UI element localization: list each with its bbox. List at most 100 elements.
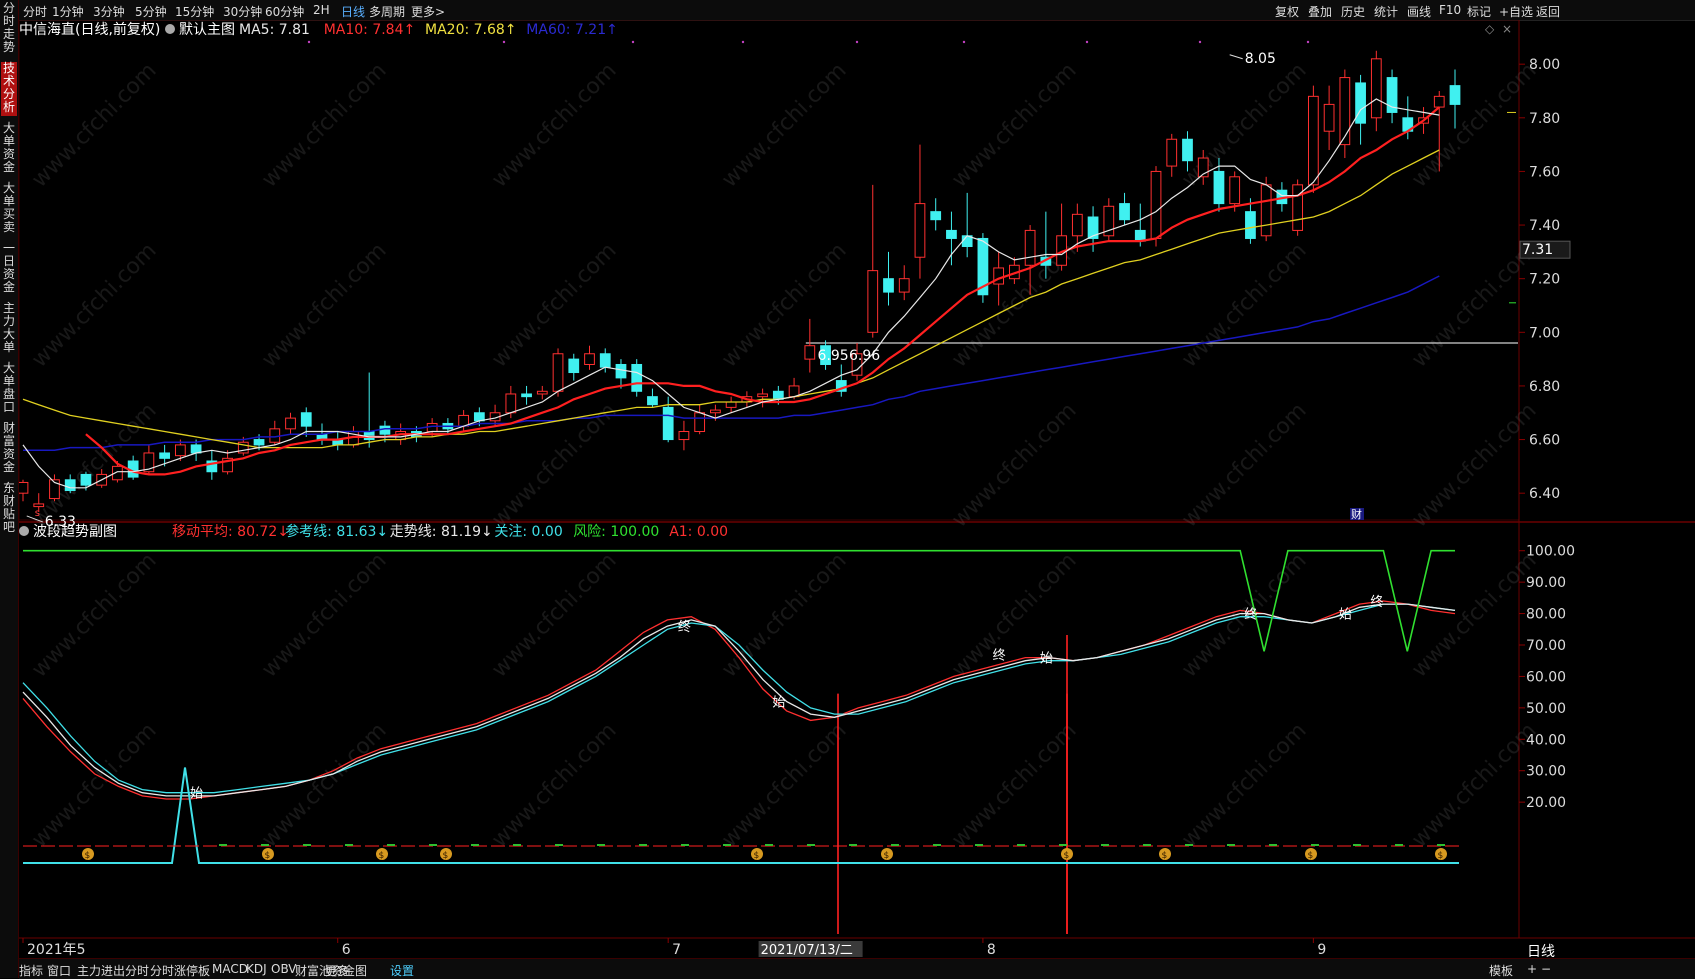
toolbar-button[interactable]: 返回 [1536, 3, 1560, 20]
candle-body-down [159, 452, 171, 459]
period-tab[interactable]: 30分钟 [223, 3, 262, 20]
period-tab[interactable]: 3分钟 [93, 3, 125, 20]
watermark-text: www.cfchi.com [1177, 58, 1311, 192]
ma-legend-item: MA20: 7.68↑ [425, 22, 517, 38]
sidebar-tab[interactable]: 财富资金 [1, 422, 17, 476]
period-tab[interactable]: 更多> [411, 3, 445, 20]
candle-body-down [599, 353, 611, 368]
toolbar-button[interactable]: 复权 [1275, 3, 1299, 20]
bottom-tab[interactable]: KDJ [246, 962, 267, 976]
period-label: 日线 [1527, 944, 1555, 958]
bottom-tab[interactable]: 分时涨停板 [150, 962, 210, 979]
wave-marker: 始 [190, 787, 203, 802]
candle-body-down [647, 396, 658, 406]
candle-body-up [505, 393, 517, 414]
candle-body-down [379, 425, 391, 435]
candle-body-up [33, 503, 45, 508]
period-tab[interactable]: 60分钟 [265, 3, 304, 20]
price-tick-label: 6.60 [1529, 433, 1560, 449]
price-tick-label: 7.40 [1529, 218, 1560, 234]
template-icon[interactable] [165, 24, 175, 34]
period-tab[interactable]: 分时 [23, 3, 47, 20]
sub-title[interactable]: 波段趋势副图 [33, 524, 117, 540]
candle-body-up [914, 203, 926, 258]
toolbar-button[interactable]: 历史 [1341, 3, 1365, 20]
high-price-label: 8.05 [1245, 51, 1276, 67]
candle-body-up [269, 428, 281, 443]
period-tab[interactable]: 1分钟 [52, 3, 84, 20]
marker-dot [1085, 40, 1089, 44]
toolbar-button[interactable]: 画线 [1407, 3, 1431, 20]
candle-body-up [725, 401, 737, 408]
sidebar-tab[interactable]: 分时走势 [1, 2, 17, 56]
bottom-right-button[interactable]: − [1541, 962, 1551, 976]
period-tab[interactable]: 2H [313, 3, 330, 17]
sidebar-tab[interactable]: 大单买卖 [1, 182, 17, 236]
bottom-tab[interactable]: MACD [212, 962, 248, 976]
candle-body-down [568, 358, 580, 374]
marker-dot [741, 40, 745, 44]
close-icon[interactable]: × [1502, 22, 1512, 36]
bottom-tab[interactable]: 设置 [390, 962, 414, 979]
watermark-text: www.cfchi.com [1177, 238, 1311, 372]
sub-legend-item: 走势线: 81.19↓ [390, 524, 493, 540]
bottom-tab[interactable]: 指标 [19, 962, 43, 979]
date-label: 7 [672, 942, 681, 958]
period-tab[interactable]: 多周期 [369, 3, 405, 20]
bottom-tab[interactable]: 更多 [325, 962, 349, 979]
price-tick-label: 6.80 [1529, 379, 1560, 395]
toolbar-button[interactable]: 统计 [1374, 3, 1398, 20]
sidebar-tab[interactable]: 东财贴吧 [1, 482, 17, 536]
watermark-text: www.cfchi.com [487, 718, 621, 852]
watermark-text: www.cfchi.com [947, 718, 1081, 852]
candle-body-up [174, 444, 186, 457]
sub-legend-item: 关注: 0.00 [494, 524, 562, 540]
sub-tick-label: 60.00 [1526, 669, 1566, 685]
sidebar-tab[interactable]: 技术分析 [1, 62, 17, 116]
template-label[interactable]: 默认主图 [179, 22, 235, 38]
bottom-right-button[interactable]: 模板 [1489, 962, 1513, 979]
annotation-pointer [1229, 54, 1243, 60]
candle-body-down [883, 278, 894, 293]
money-bag-symbol: $ [1064, 851, 1070, 861]
watermark-text: www.cfchi.com [947, 548, 1081, 682]
bottom-tab[interactable]: OBV [271, 962, 297, 976]
main-legend: 中信海直(日线,前复权) 默认主图 MA5: 7.81 MA10: 7.84↑ MA20… [19, 21, 1512, 38]
bottom-tab[interactable]: 主力进出分时 [77, 962, 149, 979]
watermark-text: www.cfchi.com [487, 238, 621, 372]
sub-tick-label: 30.00 [1526, 764, 1566, 780]
toolbar-button[interactable]: 叠加 [1308, 3, 1332, 20]
period-tab[interactable]: 日线 [341, 3, 365, 20]
wave-marker: 始 [772, 696, 785, 711]
marker-dot [631, 40, 635, 44]
sidebar-tab[interactable]: 一日资金 [1, 242, 17, 296]
support-price-label: 6.96 [849, 348, 880, 364]
candle-body-up [1370, 58, 1382, 119]
price-tick-label: 8.00 [1529, 57, 1560, 73]
sidebar-tab[interactable]: 大单资金 [1, 122, 17, 176]
toolbar-button[interactable]: +自选 [1499, 3, 1533, 20]
sub-legend-item: 参考线: 81.63↓ [285, 523, 388, 540]
period-tab[interactable]: 5分钟 [135, 3, 167, 20]
indicator-icon[interactable] [19, 526, 29, 536]
date-label: 8 [987, 942, 996, 958]
watermark-text: www.cfchi.com [717, 718, 851, 852]
sidebar-tab[interactable]: 大单盘口 [1, 362, 17, 416]
toolbar-button[interactable]: 标记 [1467, 3, 1491, 20]
money-bag-symbol: $ [1308, 851, 1314, 861]
wave-marker: 始 [1040, 652, 1053, 667]
marker-dot [1198, 40, 1202, 44]
bottom-tab[interactable]: 窗口 [47, 962, 71, 979]
toolbar-button[interactable]: F10 [1439, 3, 1461, 17]
sub-legend: 波段趋势副图 移动平均: 80.72↓参考线: 81.63↓ 走势线: 81.19↓… [19, 523, 728, 540]
diamond-icon[interactable]: ◇ [1485, 22, 1495, 36]
money-bag-symbol: $ [754, 851, 760, 861]
bottom-right-button[interactable]: + [1527, 962, 1537, 976]
sub-legend-item: 风险: 100.00 [573, 524, 659, 540]
period-tab[interactable]: 15分钟 [175, 3, 214, 20]
money-bag-symbol: $ [884, 851, 890, 861]
watermark-text: www.cfchi.com [1407, 398, 1541, 532]
sidebar-tab[interactable]: 主力大单 [1, 302, 17, 356]
money-bag-symbol: $ [1162, 851, 1168, 861]
watermark-text: www.cfchi.com [947, 58, 1081, 192]
